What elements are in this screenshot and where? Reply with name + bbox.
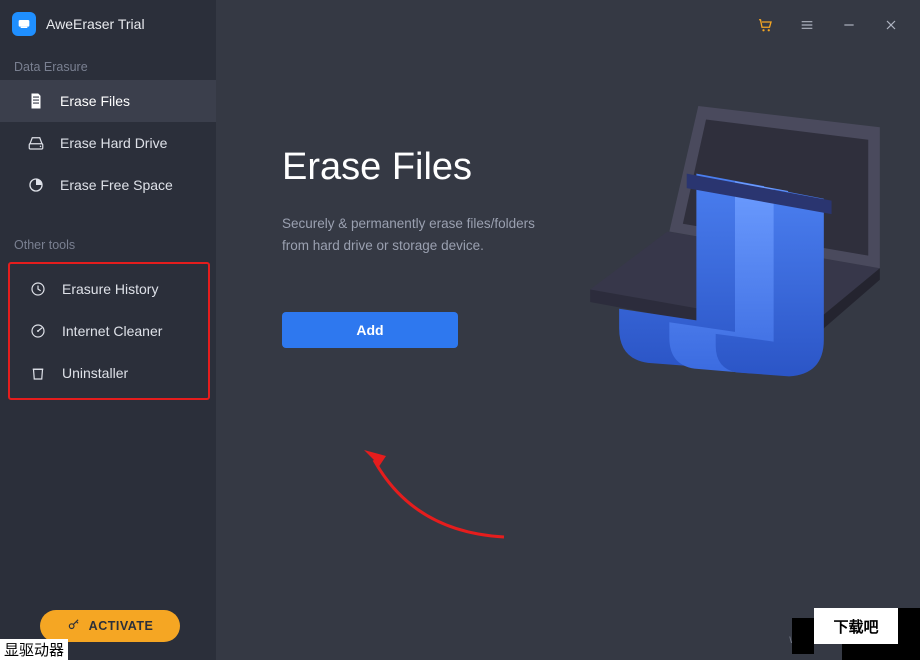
add-button[interactable]: Add [282,312,458,348]
gauge-icon [28,322,48,340]
close-icon[interactable] [880,14,902,36]
erase-illustration [590,106,880,386]
main-area: Erase Files Securely & permanently erase… [216,0,920,660]
sidebar-item-label: Erase Files [60,93,130,109]
sidebar-item-erase-files[interactable]: Erase Files [0,80,216,122]
page-title: Erase Files [282,146,602,189]
menu-icon[interactable] [796,14,818,36]
sidebar-item-label: Uninstaller [62,365,128,381]
file-icon [26,92,46,110]
hard-drive-icon [26,134,46,152]
sidebar-item-erase-hard-drive[interactable]: Erase Hard Drive [0,122,216,164]
tutorial-arrow [354,442,514,552]
sidebar-item-erase-free-space[interactable]: Erase Free Space [0,164,216,206]
sidebar-section-data-erasure: Data Erasure [0,46,216,80]
sidebar: AweEraser Trial Data Erasure Erase Files… [0,0,216,660]
sidebar-item-label: Internet Cleaner [62,323,162,339]
clock-icon [28,280,48,298]
sidebar-item-internet-cleaner[interactable]: Internet Cleaner [10,310,208,352]
app-logo-icon [12,12,36,36]
sidebar-item-label: Erase Hard Drive [60,135,167,151]
sidebar-item-label: Erase Free Space [60,177,173,193]
app-title: AweEraser Trial [46,16,145,32]
minimize-icon[interactable] [838,14,860,36]
app-logo-row: AweEraser Trial [0,0,216,46]
sidebar-item-uninstaller[interactable]: Uninstaller [10,352,208,394]
app-window: AweEraser Trial Data Erasure Erase Files… [0,0,920,660]
sidebar-item-label: Erasure History [62,281,158,297]
tutorial-highlight-box: Erasure History Internet Cleaner Uninsta… [8,262,210,400]
activate-button[interactable]: ACTIVATE [40,610,180,642]
titlebar [736,0,920,50]
sidebar-item-erasure-history[interactable]: Erasure History [10,268,208,310]
cart-icon[interactable] [754,14,776,36]
pie-icon [26,176,46,194]
page-description: Securely & permanently erase files/folde… [282,213,602,256]
activate-label: ACTIVATE [89,619,154,633]
trash-icon [28,364,48,382]
watermark-badge: 下载吧 [790,608,920,660]
key-icon [67,618,81,635]
sidebar-section-other-tools: Other tools [0,206,216,258]
cutoff-text: 显驱动器 [0,639,68,660]
main-content: Erase Files Securely & permanently erase… [282,146,602,348]
